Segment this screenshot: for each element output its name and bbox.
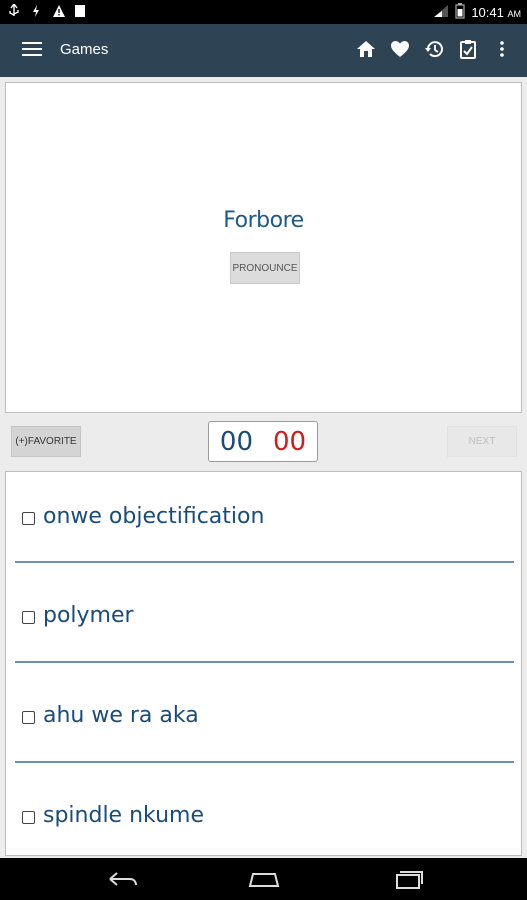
- option-label: onwe objectification: [43, 504, 265, 529]
- status-bar: 10:41 AM: [0, 0, 527, 24]
- option-checkbox[interactable]: [22, 512, 35, 525]
- score-display: 00 00: [208, 421, 318, 462]
- answer-options: onwe objectification polymer ahu we ra a…: [5, 471, 522, 856]
- system-nav-bar: [0, 858, 527, 900]
- clock-ampm: AM: [507, 9, 522, 19]
- bolt-icon: [30, 4, 42, 18]
- usb-icon: [8, 2, 20, 18]
- heart-icon[interactable]: [389, 38, 411, 60]
- favorite-button[interactable]: (+)FAVORITE: [11, 426, 81, 457]
- clock: 10:41 AM: [471, 5, 521, 20]
- option-checkbox[interactable]: [22, 811, 35, 824]
- recents-icon[interactable]: [388, 866, 428, 892]
- word-card: Forbore PRONOUNCE: [5, 82, 522, 413]
- clock-time: 10:41: [471, 5, 504, 20]
- option-divider: [15, 661, 514, 663]
- option-item[interactable]: polymer: [6, 599, 521, 639]
- home-nav-icon[interactable]: [244, 866, 284, 892]
- back-icon[interactable]: [102, 866, 142, 892]
- more-vert-icon[interactable]: [491, 38, 513, 60]
- menu-icon[interactable]: [22, 42, 42, 58]
- history-icon[interactable]: [423, 38, 445, 60]
- warning-icon: [52, 4, 65, 18]
- app-toolbar: Games: [0, 24, 527, 77]
- option-item[interactable]: spindle nkume: [6, 799, 521, 839]
- option-checkbox[interactable]: [22, 611, 35, 624]
- image-icon: [74, 4, 86, 18]
- next-button[interactable]: NEXT: [447, 426, 517, 457]
- option-divider: [15, 761, 514, 763]
- correct-count: 00: [219, 426, 253, 457]
- battery-icon: [455, 3, 465, 22]
- home-icon[interactable]: [355, 38, 377, 60]
- wrong-count: 00: [273, 426, 307, 457]
- toolbar-actions: [355, 38, 513, 60]
- option-label: ahu we ra aka: [43, 703, 199, 728]
- option-divider: [15, 561, 514, 563]
- option-checkbox[interactable]: [22, 711, 35, 724]
- option-label: spindle nkume: [43, 803, 205, 828]
- clipboard-icon[interactable]: [457, 38, 479, 60]
- option-item[interactable]: onwe objectification: [6, 500, 521, 540]
- option-item[interactable]: ahu we ra aka: [6, 699, 521, 739]
- quiz-word: Forbore: [223, 208, 304, 233]
- toolbar-title: Games: [60, 41, 109, 58]
- pronounce-button[interactable]: PRONOUNCE: [230, 252, 300, 284]
- option-label: polymer: [43, 603, 134, 628]
- signal-icon: [433, 4, 449, 21]
